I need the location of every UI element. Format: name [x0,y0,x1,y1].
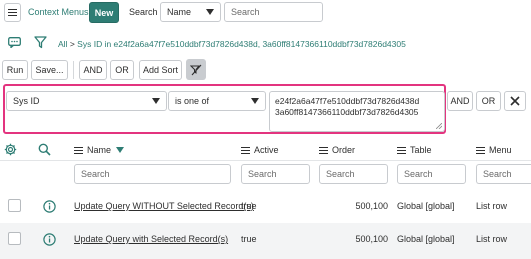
column-header-menu[interactable]: Menu [476,145,512,155]
row-table: Global [global] [397,234,455,244]
row-checkbox[interactable] [8,199,21,212]
column-label-active: Active [254,145,279,155]
row-menu: List row [476,234,508,244]
table-row[interactable]: Update Query WITHOUT Selected Record(s) … [0,190,531,223]
chevron-down-icon [251,98,259,104]
breadcrumb-condition[interactable]: Sys ID in e24f2a6a47f7e510ddbf73d7826d43… [77,39,406,49]
row-order: 500,100 [355,234,388,244]
column-menu-icon[interactable] [74,146,83,154]
column-header-table[interactable]: Table [397,145,432,155]
condition-operator-value: is one of [175,96,210,106]
condition-field-select[interactable]: Sys ID [6,91,167,111]
column-header-order[interactable]: Order [319,145,355,155]
row-table: Global [global] [397,201,455,211]
column-search-table[interactable]: Search [397,164,466,184]
condition-value-line-2: 3a60ff8147366110ddbf73d7826d4305 [275,107,419,117]
column-header-name[interactable]: Name [74,145,125,155]
row-active: true [241,201,257,211]
row-active: true [241,234,257,244]
chevron-down-icon [152,98,160,104]
remove-filter-icon [190,64,202,75]
row-order: 500,100 [355,201,388,211]
column-search-menu[interactable]: Search [476,164,531,184]
run-button[interactable]: Run [2,60,28,80]
save-button[interactable]: Save... [31,60,68,80]
info-icon[interactable] [43,200,56,213]
hamburger-menu-button[interactable] [4,3,21,22]
row-name-link[interactable]: Update Query with Selected Record(s) [74,234,228,244]
condition-remove-button[interactable] [504,91,526,111]
row-checkbox[interactable] [8,232,21,245]
close-icon [510,96,520,106]
activity-stream-icon[interactable] [8,37,21,49]
breadcrumb-separator: > [69,39,75,49]
breadcrumb: All > Sys ID in e24f2a6a47f7e510ddbf73d7… [58,39,406,49]
search-icon[interactable] [38,143,51,156]
column-menu-icon[interactable] [476,146,485,154]
sort-desc-icon [116,147,125,153]
or-button[interactable]: OR [110,60,134,80]
resize-handle-icon[interactable] [436,123,442,129]
header-divider [0,160,531,161]
column-label-order: Order [332,145,356,155]
column-menu-icon[interactable] [241,146,250,154]
column-menu-icon[interactable] [319,146,328,154]
row-menu: List row [476,201,508,211]
condition-value-textarea[interactable]: e24f2a6a47f7e510ddbf73d7826d438d 3a60ff8… [269,91,445,132]
clear-filter-button[interactable] [186,59,206,80]
column-label-name: Name [87,145,112,155]
and-button[interactable]: AND [79,60,107,80]
info-icon[interactable] [43,233,56,246]
table-row[interactable]: Update Query with Selected Record(s) tru… [0,223,531,259]
column-header-active[interactable]: Active [241,145,279,155]
menu-icon [8,9,17,16]
column-search-placeholder: Search [81,169,110,179]
toolbar-divider [73,61,74,79]
column-search-placeholder: Search [248,169,277,179]
search-placeholder: Search [231,7,260,17]
breadcrumb-all[interactable]: All [58,39,67,49]
condition-operator-select[interactable]: is one of [168,91,266,111]
column-label-menu: Menu [489,145,512,155]
condition-and-button[interactable]: AND [447,91,473,111]
column-menu-icon[interactable] [397,146,406,154]
search-field-select[interactable]: Name [160,2,221,22]
column-search-placeholder: Search [404,169,433,179]
condition-field-value: Sys ID [13,96,40,106]
row-name-link[interactable]: Update Query WITHOUT Selected Record(s) [74,201,254,211]
condition-or-button[interactable]: OR [476,91,501,111]
column-search-order[interactable]: Search [319,164,388,184]
gear-icon[interactable] [4,143,17,156]
search-label: Search [129,7,158,17]
filter-icon[interactable] [34,36,47,49]
condition-value-line-1: e24f2a6a47f7e510ddbf73d7826d438d [275,96,420,106]
search-input[interactable]: Search [224,2,323,22]
column-search-name[interactable]: Search [74,164,231,184]
chevron-down-icon [206,9,214,15]
column-search-placeholder: Search [483,169,512,179]
new-button[interactable]: New [89,2,119,23]
column-label-table: Table [410,145,432,155]
column-search-active[interactable]: Search [241,164,310,184]
column-search-placeholder: Search [326,169,355,179]
context-menus-title[interactable]: Context Menus [28,7,89,17]
add-sort-button[interactable]: Add Sort [139,60,182,80]
search-field-value: Name [167,7,192,17]
